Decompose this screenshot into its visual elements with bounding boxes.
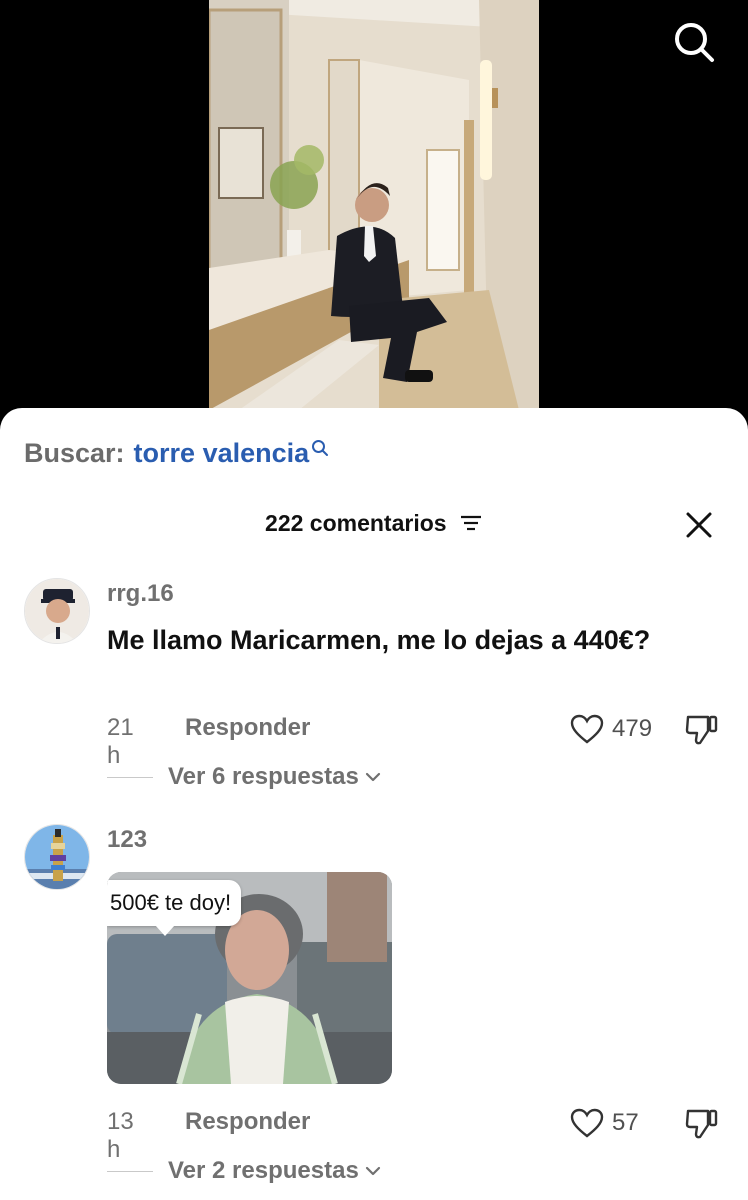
close-button[interactable]	[684, 510, 714, 540]
search-prefix: Buscar:	[24, 438, 125, 468]
view-replies-button[interactable]: Ver 6 respuestas	[107, 762, 381, 792]
search-suggestion[interactable]: Buscar: torre valencia	[24, 438, 329, 469]
comment-username[interactable]: rrg.16	[107, 580, 174, 608]
comment-gif-sticker[interactable]: 500€ te doy!	[107, 872, 392, 1084]
comments-count-title[interactable]: 222 comentarios	[0, 510, 748, 537]
replies-divider-line	[107, 776, 153, 778]
filter-icon[interactable]	[459, 513, 483, 533]
reply-button[interactable]: Responder	[185, 1108, 310, 1136]
chevron-down-icon	[365, 772, 380, 782]
avatar[interactable]	[24, 578, 90, 644]
reply-button[interactable]: Responder	[185, 714, 310, 742]
view-replies-label: Ver 6 respuestas	[168, 763, 359, 790]
dislike-button[interactable]	[685, 1106, 719, 1140]
avatar-image	[25, 579, 89, 643]
video-still-image	[209, 0, 539, 410]
comments-sheet: Buscar: torre valencia 222 comentarios r…	[0, 408, 748, 1200]
search-query-link[interactable]: torre valencia	[134, 438, 310, 469]
like-count: 57	[612, 1109, 639, 1136]
chevron-down-icon	[365, 1166, 380, 1176]
avatar-image	[25, 825, 89, 889]
replies-divider-line	[107, 1170, 153, 1172]
comment-item: rrg.16 Me llamo Maricarmen, me lo dejas …	[0, 578, 748, 808]
comment-username[interactable]: 123	[107, 826, 147, 854]
thumbs-down-icon	[685, 1109, 718, 1139]
close-icon	[686, 512, 712, 538]
comments-count: 222 comentarios	[265, 510, 447, 536]
heart-outline-icon	[570, 1108, 604, 1138]
video-player[interactable]	[0, 0, 748, 430]
search-icon	[312, 439, 329, 456]
search-button[interactable]	[670, 18, 718, 66]
dislike-button[interactable]	[685, 712, 719, 746]
search-icon	[675, 23, 714, 62]
view-replies-button[interactable]: Ver 2 respuestas	[107, 1156, 381, 1186]
avatar[interactable]	[24, 824, 90, 890]
video-frame[interactable]	[209, 0, 539, 410]
heart-outline-icon	[570, 714, 604, 744]
like-count: 479	[612, 715, 653, 742]
sticker-speech-bubble: 500€ te doy!	[107, 880, 242, 936]
thumbs-down-icon	[685, 715, 718, 745]
comments-header: 222 comentarios	[0, 508, 748, 544]
comment-text: Me llamo Maricarmen, me lo dejas a 440€?	[107, 625, 651, 655]
like-button[interactable]: 57	[570, 1106, 639, 1140]
comment-item: 123 500€ te doy! 13 h Responder 57 Ver 2…	[0, 824, 748, 1200]
view-replies-label: Ver 2 respuestas	[168, 1157, 359, 1184]
like-button[interactable]: 479	[570, 712, 652, 746]
